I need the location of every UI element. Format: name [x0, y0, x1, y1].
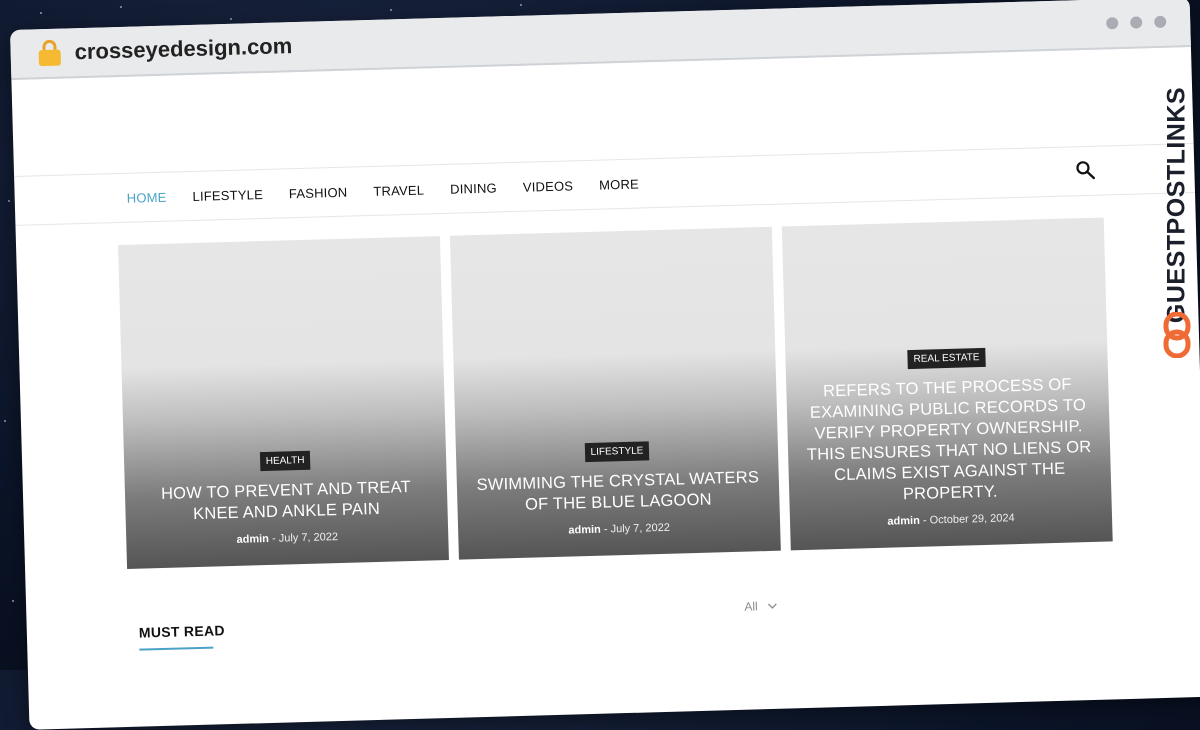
- post-meta: admin - July 7, 2022: [476, 519, 762, 539]
- post-meta: admin - October 29, 2024: [808, 510, 1094, 530]
- nav-more[interactable]: MORE: [599, 176, 639, 192]
- nav-dining[interactable]: DINING: [450, 180, 497, 196]
- meta-separator: -: [271, 532, 276, 545]
- featured-post-card[interactable]: LIFESTYLE SWIMMING THE CRYSTAL WATERS OF…: [449, 226, 781, 560]
- window-dot-3[interactable]: [1154, 15, 1167, 29]
- post-author[interactable]: admin: [568, 524, 601, 537]
- url-text[interactable]: crosseyedesign.com: [74, 33, 292, 65]
- post-date: July 7, 2022: [610, 521, 671, 536]
- category-badge[interactable]: REAL ESTATE: [907, 347, 986, 370]
- filter-label: All: [744, 599, 758, 614]
- meta-separator: -: [603, 523, 608, 536]
- window-controls: [1106, 15, 1167, 30]
- nav-home[interactable]: HOME: [127, 189, 167, 205]
- post-date: October 29, 2024: [929, 512, 1015, 527]
- must-read-section: MUST READ: [138, 622, 226, 651]
- post-author[interactable]: admin: [236, 533, 269, 546]
- meta-separator: -: [922, 514, 927, 527]
- search-icon[interactable]: [1074, 159, 1097, 182]
- category-badge[interactable]: HEALTH: [259, 450, 311, 472]
- nav-travel[interactable]: TRAVEL: [373, 182, 424, 198]
- section-title: MUST READ: [138, 622, 225, 641]
- nav-lifestyle[interactable]: LIFESTYLE: [192, 187, 263, 204]
- post-date: July 7, 2022: [278, 531, 339, 545]
- browser-window: crosseyedesign.com HOME LIFESTYLE FASHIO…: [10, 0, 1200, 730]
- chevron-down-icon: [767, 603, 777, 609]
- post-title[interactable]: SWIMMING THE CRYSTAL WATERS OF THE BLUE …: [475, 467, 762, 517]
- post-title[interactable]: REFERS TO THE PROCESS OF EXAMINING PUBLI…: [804, 374, 1093, 508]
- lock-icon: [38, 39, 62, 67]
- guestpostlinks-watermark: GUESTPOSTLINKS: [1154, 50, 1200, 360]
- post-title[interactable]: HOW TO PREVENT AND TREAT KNEE AND ANKLE …: [143, 476, 430, 526]
- nav-videos[interactable]: VIDEOS: [523, 178, 574, 194]
- category-badge[interactable]: LIFESTYLE: [584, 441, 650, 463]
- post-author[interactable]: admin: [887, 515, 920, 528]
- watermark-text: GUESTPOSTLINKS: [1162, 86, 1191, 324]
- chain-link-icon: [1163, 312, 1191, 358]
- featured-post-card[interactable]: HEALTH HOW TO PREVENT AND TREAT KNEE AND…: [118, 236, 449, 569]
- category-filter-dropdown[interactable]: All: [744, 599, 777, 614]
- featured-posts-grid: HEALTH HOW TO PREVENT AND TREAT KNEE AND…: [118, 217, 1113, 569]
- featured-post-card[interactable]: REAL ESTATE REFERS TO THE PROCESS OF EXA…: [781, 217, 1113, 551]
- nav-fashion[interactable]: FASHION: [289, 184, 348, 201]
- window-dot-1[interactable]: [1106, 17, 1119, 30]
- window-dot-2[interactable]: [1130, 16, 1143, 29]
- section-underline: [139, 646, 214, 651]
- post-meta: admin - July 7, 2022: [144, 528, 430, 548]
